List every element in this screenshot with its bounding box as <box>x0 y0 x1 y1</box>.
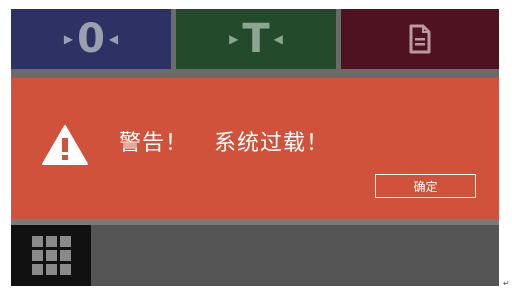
triangle-left-icon: ◀ <box>273 32 283 46</box>
grid-menu-icon <box>31 236 71 275</box>
document-button[interactable] <box>341 9 499 69</box>
menu-button[interactable] <box>11 225 91 286</box>
divider <box>11 69 499 78</box>
warning-message: 警告！ 系统过载！ <box>119 125 329 157</box>
triangle-right-icon: ▶ <box>229 32 239 46</box>
scale-screen: ▶ 0 ◀ ▶ T ◀ 警告！ 系统过载！ 确定 <box>11 9 499 286</box>
bottom-bar <box>11 225 499 286</box>
triangle-right-icon: ▶ <box>63 32 74 46</box>
document-icon <box>409 24 431 54</box>
tare-label: T <box>242 16 270 62</box>
top-toolbar: ▶ 0 ◀ ▶ T ◀ <box>11 9 499 69</box>
overload-text: 系统过载！ <box>214 131 330 156</box>
zero-button[interactable]: ▶ 0 ◀ <box>11 9 171 69</box>
tare-button[interactable]: ▶ T ◀ <box>176 9 336 69</box>
zero-label: 0 <box>77 16 105 62</box>
confirm-button[interactable]: 确定 <box>375 174 476 198</box>
warning-icon <box>42 125 88 165</box>
triangle-left-icon: ◀ <box>108 32 119 46</box>
warning-title: 警告！ <box>119 131 189 156</box>
paragraph-mark: ↵ <box>503 279 510 288</box>
warning-dialog: 警告！ 系统过载！ 确定 <box>11 78 499 219</box>
